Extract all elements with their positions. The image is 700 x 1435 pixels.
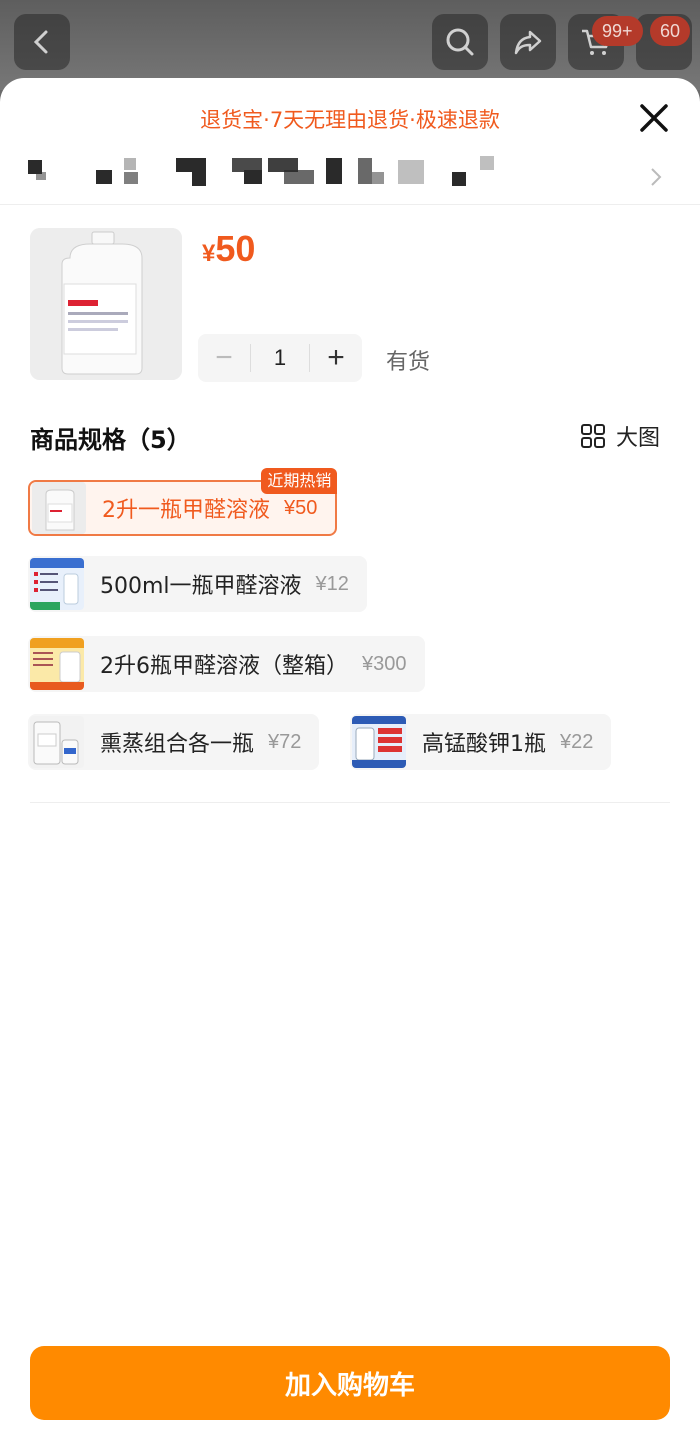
product-image[interactable]	[30, 228, 182, 380]
spec-option-image	[352, 716, 406, 768]
spec-option-price: ¥50	[284, 496, 318, 519]
stock-status: 有货	[386, 350, 431, 375]
chevron-right-icon	[651, 168, 662, 186]
spec-option[interactable]: 高锰酸钾1瓶 ¥22	[350, 714, 612, 770]
bottle-image	[30, 228, 182, 380]
quantity-value[interactable]: 1	[250, 344, 310, 372]
search-button[interactable]	[432, 14, 488, 70]
spec-option-price: ¥72	[268, 730, 302, 753]
share-icon	[514, 30, 542, 55]
share-button[interactable]	[500, 14, 556, 70]
hot-sale-tag: 近期热销	[261, 468, 338, 494]
spec-option-price: ¥22	[560, 730, 594, 753]
spec-option-image	[30, 558, 84, 610]
spec-option[interactable]: 2升6瓶甲醛溶液（整箱） ¥300	[28, 636, 425, 692]
back-button[interactable]	[14, 14, 70, 70]
spec-option-name: 高锰酸钾1瓶	[422, 732, 546, 757]
cart-count-badge: 99+	[592, 16, 643, 46]
spec-option-name: 熏蒸组合各一瓶	[100, 732, 255, 757]
page-topbar: 99+ 60	[0, 0, 700, 90]
divider	[0, 204, 700, 205]
spec-option-price: ¥12	[315, 572, 349, 595]
spec-option-name: 2升一瓶甲醛溶液	[102, 498, 270, 523]
address-row[interactable]	[0, 148, 700, 204]
quantity-stepper: − 1 +	[198, 334, 362, 382]
close-button[interactable]	[632, 96, 676, 140]
spec-option[interactable]: 500ml一瓶甲醛溶液 ¥12	[28, 556, 367, 612]
quantity-increase-button[interactable]: +	[310, 334, 362, 382]
big-picture-label: 大图	[615, 426, 660, 451]
product-price: ¥50	[202, 228, 255, 270]
quantity-decrease-button[interactable]: −	[198, 334, 250, 382]
price-value: 50	[215, 228, 256, 269]
spec-option-image	[32, 482, 86, 534]
grid-icon	[580, 424, 605, 448]
spec-option[interactable]: 熏蒸组合各一瓶 ¥72	[28, 714, 320, 770]
price-currency: ¥	[202, 240, 216, 267]
divider	[30, 802, 670, 803]
big-picture-toggle[interactable]: 大图	[580, 420, 660, 452]
spec-option-image	[30, 638, 84, 690]
spec-option-name: 500ml一瓶甲醛溶液	[100, 574, 302, 599]
return-policy-banner: 退货宝·7天无理由退货·极速退款	[200, 108, 500, 132]
spec-option[interactable]: 2升一瓶甲醛溶液 ¥50 近期热销	[28, 468, 338, 536]
sku-selector-sheet: 退货宝·7天无理由退货·极速退款 ¥50 − 1 + 有货 商品规格（5） 大图…	[0, 78, 700, 1435]
back-arrow-icon	[33, 30, 48, 54]
add-to-cart-button[interactable]: 加入购物车	[30, 1346, 670, 1420]
spec-option-name: 2升6瓶甲醛溶液（整箱）	[100, 654, 348, 679]
spec-section-title: 商品规格（5）	[30, 426, 191, 454]
spec-option-image	[30, 716, 84, 768]
message-count-badge: 60	[650, 16, 691, 46]
close-icon	[640, 104, 668, 132]
spec-option-price: ¥300	[362, 652, 407, 675]
search-icon	[446, 28, 474, 56]
